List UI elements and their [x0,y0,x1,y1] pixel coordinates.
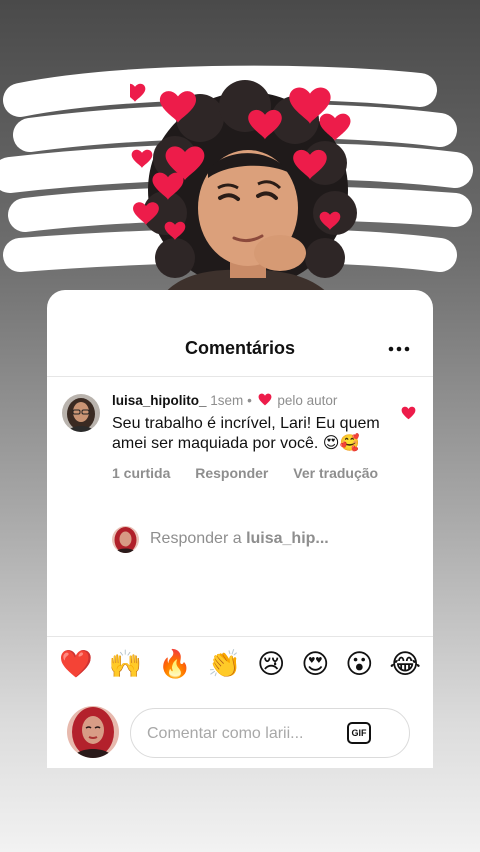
comments-header: Comentários [47,290,433,377]
gif-button[interactable]: GIF [347,722,371,744]
comment-meta: luisa_hipolito_ 1sem • pelo autor [112,392,392,410]
comment-time: 1sem [210,393,244,408]
comment-text: Seu trabalho é incrível, Lari! Eu quem a… [112,415,380,452]
see-translation-link[interactable]: Ver tradução [293,465,378,481]
reply-prompt[interactable]: Responder a luisa_hip... [112,526,412,554]
emoji-surprised[interactable]: 😮 [345,649,373,680]
emoji-crying[interactable]: 😢 [257,649,285,680]
liked-by-author-label: pelo autor [277,393,338,408]
emoji-laughing[interactable]: 😂 [389,649,421,680]
reply-link[interactable]: Responder [195,465,268,481]
comment-username[interactable]: luisa_hipolito_ [112,393,207,408]
memoji-sticker [130,80,357,323]
comments-sheet: Comentários luisa_hipolito_ 1sem • pelo … [47,290,433,768]
comment-input-wrapper: GIF [130,708,410,758]
comment-composer: GIF [47,698,433,768]
reply-prompt-text: Responder a luisa_hip... [150,530,329,548]
own-avatar-small [112,526,139,553]
meta-separator: • [247,393,252,408]
emoji-raised-hands[interactable]: 🙌 [109,649,143,680]
reply-prefix: Responder a [150,530,247,547]
comment-input[interactable] [145,721,339,747]
page-title: Comentários [184,338,296,358]
emoji-quick-bar: ❤️ 🙌 🔥 👏 😢 😍 😮 😂 [47,636,433,692]
own-avatar [67,706,119,758]
emoji-clap[interactable]: 👏 [208,649,242,680]
heart-like-icon[interactable] [401,406,416,420]
likes-count-link[interactable]: 1 curtida [112,465,170,481]
author-heart-icon [258,393,271,406]
emoji-heart-eyes[interactable]: 😍 [301,649,329,680]
emoji-heart[interactable]: ❤️ [59,649,93,680]
comment-body: luisa_hipolito_ 1sem • pelo autor Seu tr… [112,392,392,481]
comment-actions: 1 curtida Responder Ver tradução [112,465,392,481]
reply-target-username: luisa_hip... [246,530,329,547]
more-options-icon[interactable] [387,342,411,356]
commenter-avatar[interactable] [62,394,100,432]
emoji-fire[interactable]: 🔥 [158,649,192,680]
